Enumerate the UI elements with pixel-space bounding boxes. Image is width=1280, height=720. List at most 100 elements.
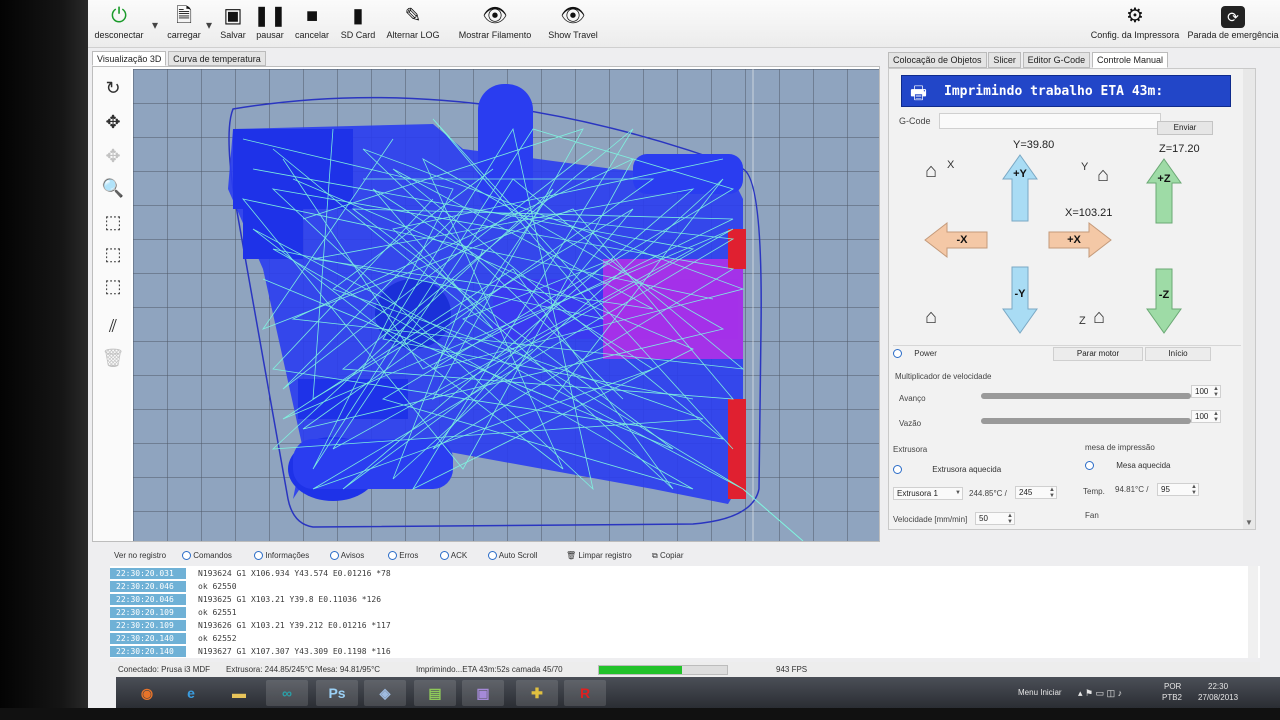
jog-minus-y-button[interactable]: -Y [1001, 265, 1039, 335]
trash-icon[interactable]: 🗑 [99, 345, 127, 371]
main-toolbar: ⏻ desconectar ▾ 🗎 carregar ▾ ▣ Salvar ❚❚… [88, 0, 1280, 48]
home-x-icon[interactable]: ⌂ [925, 161, 937, 181]
puzzle-icon[interactable]: ✚ [516, 680, 558, 706]
top-view-icon[interactable]: ⬚ [99, 273, 127, 299]
move-icon[interactable]: ✥ [99, 109, 127, 135]
bed-target-spinner[interactable]: 95 ▲ ▼ [1157, 483, 1199, 496]
disconnect-button[interactable]: ⏻ desconectar [90, 2, 148, 46]
sd-card-button[interactable]: ▮ SD Card [336, 2, 380, 46]
front-view-icon[interactable]: ⬚ [99, 241, 127, 267]
flow-slider[interactable] [981, 418, 1191, 424]
log-area[interactable]: 22:30:20.031 N193624 G1 X106.934 Y43.574 … [110, 566, 1260, 658]
toggle-log-button[interactable]: ✎ Alternar LOG [382, 2, 444, 46]
emergency-stop-button[interactable]: ⟳ Parada de emergência [1186, 2, 1280, 46]
jog-minus-x-button[interactable]: -X [923, 221, 989, 259]
feed-spinner[interactable]: 100 ▲ ▼ [1191, 385, 1221, 398]
ie-icon[interactable]: e [170, 680, 212, 706]
tab-gcode-editor[interactable]: Editor G-Code [1022, 52, 1091, 68]
panel-scrollbar[interactable]: ▼ [1243, 69, 1255, 529]
log-scrollbar[interactable] [1248, 566, 1258, 658]
spinner-arrows-icon[interactable]: ▲ ▼ [1007, 513, 1013, 525]
keyboard-layout[interactable]: PTB2 [1162, 693, 1182, 702]
jog-plus-y-button[interactable]: +Y [1001, 153, 1039, 223]
toolbar-dropdown-dot[interactable]: ▾ [206, 18, 212, 32]
stop-motor-button[interactable]: Parar motor [1053, 347, 1143, 361]
photoshop-icon[interactable]: Ps [316, 680, 358, 706]
language-indicator[interactable]: POR [1164, 682, 1181, 691]
power-radio[interactable] [893, 349, 902, 359]
jog-minus-z-button[interactable]: -Z [1145, 267, 1183, 335]
spinner-arrows-icon[interactable]: ▲ ▼ [1213, 411, 1219, 423]
3d-viewport[interactable]: ↻ ✥ ✥ 🔍 ⬚ ⬚ ⬚ ⫽ 🗑 [92, 66, 880, 542]
explorer-icon[interactable]: ▬ [218, 680, 260, 706]
filter-ack[interactable]: ACK [440, 551, 467, 561]
toolbar-dropdown-dot[interactable]: ▾ [152, 18, 158, 32]
iso-view-icon[interactable]: ⬚ [99, 209, 127, 235]
power-icon: ⏻ [111, 5, 127, 27]
connection-status: Conectado: Prusa i3 MDF [118, 665, 211, 674]
clock-date[interactable]: 27/08/2013 [1198, 693, 1238, 702]
flow-spinner[interactable]: 100 ▲ ▼ [1191, 410, 1221, 423]
clear-log-button[interactable]: 🗑 Limpar registro [566, 551, 632, 560]
jog-plus-z-button[interactable]: +Z [1145, 157, 1183, 225]
extruder-target-spinner[interactable]: 245 ▲ ▼ [1015, 486, 1057, 499]
heated-bed-toggle[interactable]: Mesa aquecida [1085, 461, 1171, 471]
speed-spinner[interactable]: 50 ▲ ▼ [975, 512, 1015, 525]
feed-slider[interactable] [981, 393, 1191, 399]
log-line: 22:30:20.046 ok 62550 [110, 581, 1260, 592]
notepad-icon[interactable]: ▤ [414, 680, 456, 706]
rotate-icon[interactable]: ↻ [99, 75, 127, 101]
save-button[interactable]: ▣ Salvar [216, 2, 250, 46]
zoom-icon[interactable]: 🔍 [99, 175, 127, 201]
filter-errors[interactable]: Erros [388, 551, 418, 561]
tab-object-placement[interactable]: Colocação de Objetos [888, 52, 987, 68]
show-travel-button[interactable]: 👁 Show Travel [542, 2, 604, 46]
tab-3d-view[interactable]: Visualização 3D [92, 51, 167, 66]
spinner-arrows-icon[interactable]: ▲ ▼ [1213, 386, 1219, 398]
move-object-icon[interactable]: ✥ [99, 143, 127, 169]
printer-config-button[interactable]: ⚙ Config. da Impressora [1086, 2, 1184, 46]
filter-warnings[interactable]: Avisos [330, 551, 364, 561]
cancel-button[interactable]: ■ cancelar [290, 2, 334, 46]
home-all-icon[interactable]: ⌂ [925, 307, 937, 327]
show-filament-button[interactable]: 👁 Mostrar Filamento [450, 2, 540, 46]
spinner-arrows-icon[interactable]: ▲ ▼ [1191, 484, 1197, 496]
start-menu-label[interactable]: Menu Iniciar [1018, 688, 1062, 697]
scroll-down-icon[interactable]: ▼ [1245, 518, 1253, 527]
filter-info[interactable]: Informações [254, 551, 309, 561]
flow-label: Vazão [899, 419, 922, 428]
app-icon[interactable]: ▣ [462, 680, 504, 706]
tab-manual-control[interactable]: Controle Manual [1091, 52, 1168, 68]
home-y-icon[interactable]: ⌂ [1097, 165, 1109, 185]
firefox-icon[interactable]: ◉ [126, 680, 168, 706]
pause-button[interactable]: ❚❚ pausar [252, 2, 288, 46]
tab-temperature-curve[interactable]: Curva de temperatura [168, 51, 266, 66]
heated-extruder-toggle[interactable]: Extrusora aquecida [893, 465, 1001, 475]
load-button[interactable]: 🗎 carregar [162, 2, 206, 46]
bed-temperature: 94.81°C / [1115, 485, 1149, 494]
repetier-icon[interactable]: R [564, 680, 606, 706]
extruder-select[interactable]: Extrusora 1 ▼ [893, 487, 963, 500]
spinner-arrows-icon[interactable]: ▲ ▼ [1049, 487, 1055, 499]
filter-commands[interactable]: Comandos [182, 551, 232, 561]
tab-slicer[interactable]: Slicer [988, 52, 1021, 68]
home-all-button[interactable]: Início [1145, 347, 1211, 361]
heated-bed-radio[interactable] [1085, 461, 1094, 471]
parallel-view-icon[interactable]: ⫽ [99, 313, 127, 339]
log-line: 22:30:20.031 N193624 G1 X106.934 Y43.574 … [110, 568, 1260, 579]
home-z-icon[interactable]: ⌂ [1093, 307, 1105, 327]
power-toggle[interactable]: Power [893, 349, 937, 359]
flow-slider-fill [981, 418, 1191, 424]
heated-extruder-radio[interactable] [893, 465, 902, 475]
copy-log-button[interactable]: ⧉ Copiar [652, 551, 684, 561]
arduino-icon[interactable]: ∞ [266, 680, 308, 706]
gcode-input[interactable] [939, 113, 1161, 129]
tray-icons[interactable]: ▴ ⚑ ▭ ◫ ♪ [1078, 688, 1122, 699]
emergency-icon: ⟳ [1186, 2, 1280, 30]
send-button[interactable]: Enviar [1157, 121, 1213, 135]
clock-time[interactable]: 22:30 [1208, 682, 1228, 691]
jog-plus-x-button[interactable]: +X [1047, 221, 1113, 259]
status-bar: Conectado: Prusa i3 MDF Extrusora: 244.8… [110, 662, 1260, 677]
filter-auto-scroll[interactable]: Auto Scroll [488, 551, 537, 561]
cube-icon[interactable]: ◈ [364, 680, 406, 706]
